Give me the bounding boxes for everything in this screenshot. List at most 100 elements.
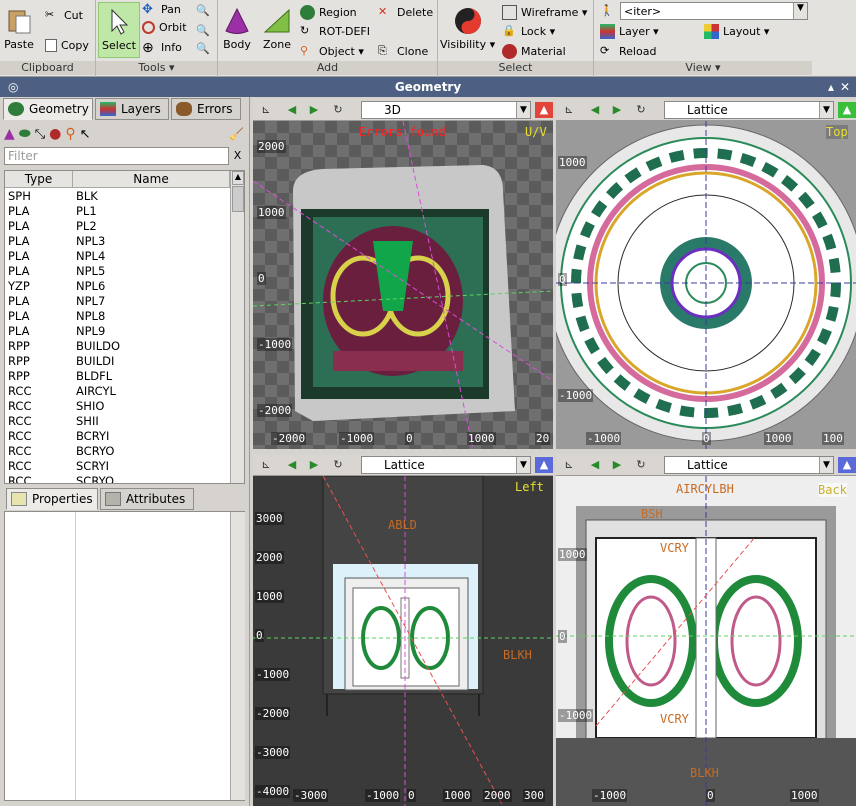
restore-icon[interactable]: ▴ [828, 77, 834, 97]
table-row[interactable]: RCC BCRYO [5, 444, 230, 459]
refresh-icon[interactable]: ↻ [632, 457, 650, 473]
table-row[interactable]: RCC SHIO [5, 399, 230, 414]
forward-arrow-icon[interactable]: ▶ [305, 457, 323, 473]
viewport-3d[interactable]: ⊾ ◀ ▶ ↻ 3D ▼ ▲ Errors found U/V 2000 1000… [253, 99, 553, 449]
table-row[interactable]: RPP BUILDI [5, 354, 230, 369]
scroll-up-icon[interactable]: ▲ [232, 171, 244, 185]
filter-input[interactable]: Filter [4, 147, 229, 165]
layer-button[interactable]: Layer ▾ [600, 22, 659, 40]
axes-icon[interactable]: ⊾ [560, 102, 578, 118]
axes-icon[interactable]: ⊾ [257, 102, 275, 118]
viewport-color-flag[interactable]: ▲ [535, 102, 553, 118]
material-filter-icon[interactable]: ● [49, 126, 61, 142]
viewport-top-canvas[interactable]: Top 1000 0 -1000 -1000 0 1000 100 [556, 121, 856, 449]
table-row[interactable]: PLA PL1 [5, 204, 230, 219]
pan-button[interactable]: ✥ Pan [142, 0, 181, 18]
zoom-in-button[interactable]: 🔍 [196, 2, 215, 20]
column-header-type[interactable]: Type [5, 171, 73, 188]
table-row[interactable]: PLA PL2 [5, 219, 230, 234]
lock-button[interactable]: 🔒 Lock ▾ [502, 22, 555, 40]
clear-filter-button[interactable]: X [230, 147, 245, 165]
viewport-color-flag[interactable]: ▲ [838, 457, 856, 473]
table-row[interactable]: PLA NPL8 [5, 309, 230, 324]
iter-combo[interactable]: <iter> ▼ [620, 2, 808, 20]
tab-errors[interactable]: Errors [171, 98, 241, 120]
broom-icon[interactable]: 🧹 [229, 127, 244, 141]
wireframe-button[interactable]: Wireframe ▾ [502, 3, 587, 21]
tab-geometry[interactable]: Geometry [3, 98, 93, 120]
tab-properties[interactable]: Properties [6, 488, 98, 510]
table-row[interactable]: PLA NPL3 [5, 234, 230, 249]
paste-button[interactable]: Paste [4, 6, 34, 51]
pointer-filter-icon[interactable]: ↖ [80, 127, 91, 142]
viewport-left-canvas[interactable]: Left ABLD BLKH 3000 2000 1000 0 -1000 -2… [253, 476, 553, 806]
region-button[interactable]: Region [300, 3, 357, 21]
viewport-mode-combo[interactable]: Lattice ▼ [664, 101, 834, 119]
back-arrow-icon[interactable]: ◀ [283, 102, 301, 118]
walker-icon-button[interactable]: 🚶 [600, 2, 619, 20]
viewport-mode-combo[interactable]: Lattice ▼ [361, 456, 531, 474]
reload-button[interactable]: ⟳ Reload [600, 42, 656, 60]
cut-button[interactable]: ✂ Cut [45, 6, 83, 24]
forward-arrow-icon[interactable]: ▶ [305, 102, 323, 118]
copy-button[interactable]: Copy [45, 36, 89, 54]
transform-filter-icon[interactable]: ⤡ [35, 127, 45, 142]
table-row[interactable]: RCC AIRCYL [5, 384, 230, 399]
tab-layers[interactable]: Layers [95, 98, 169, 120]
material-button[interactable]: Material [502, 42, 566, 60]
table-row[interactable]: PLA NPL5 [5, 264, 230, 279]
object-button[interactable]: ⚲ Object ▾ [300, 42, 364, 60]
viewport-left[interactable]: ⊾ ◀ ▶ ↻ Lattice ▼ ▲ Left ABLD BLKH 3000 2… [253, 454, 553, 806]
select-tool-button[interactable]: Select [98, 2, 140, 58]
refresh-icon[interactable]: ↻ [329, 457, 347, 473]
table-row[interactable]: PLA NPL7 [5, 294, 230, 309]
object-filter-icon[interactable]: ⚲ [65, 126, 75, 142]
table-row[interactable]: RCC SCRYO [5, 474, 230, 483]
zoom-fit-button[interactable]: 🔍 [196, 40, 215, 58]
body-filter-icon[interactable]: ▲ [4, 126, 15, 142]
table-row[interactable]: RPP BUILDO [5, 339, 230, 354]
axes-icon[interactable]: ⊾ [560, 457, 578, 473]
layout-button[interactable]: Layout ▾ [704, 22, 769, 40]
visibility-button[interactable]: Visibility ▾ [440, 6, 495, 51]
table-row[interactable]: RCC SHII [5, 414, 230, 429]
table-row[interactable]: YZP NPL6 [5, 279, 230, 294]
scroll-thumb[interactable] [232, 186, 244, 212]
properties-scrollbar[interactable] [230, 512, 245, 800]
column-header-name[interactable]: Name [73, 171, 230, 188]
viewport-back-canvas[interactable]: Back AIRCYLBH BSH VCRY VCRY BLKH 1000 0 … [556, 476, 856, 806]
axes-icon[interactable]: ⊾ [257, 457, 275, 473]
back-arrow-icon[interactable]: ◀ [283, 457, 301, 473]
zoom-out-button[interactable]: 🔍 [196, 22, 215, 40]
table-row[interactable]: RCC BCRYI [5, 429, 230, 444]
viewport-color-flag[interactable]: ▲ [838, 102, 856, 118]
table-row[interactable]: PLA NPL9 [5, 324, 230, 339]
viewport-color-flag[interactable]: ▲ [535, 457, 553, 473]
table-row[interactable]: RCC SCRYI [5, 459, 230, 474]
forward-arrow-icon[interactable]: ▶ [608, 102, 626, 118]
viewport-back[interactable]: ⊾ ◀ ▶ ↻ Lattice ▼ ▲ Back AIRCYLBH BSH VCR… [556, 454, 856, 806]
refresh-icon[interactable]: ↻ [329, 102, 347, 118]
viewport-3d-canvas[interactable]: Errors found U/V 2000 1000 0 -1000 -2000… [253, 121, 553, 449]
table-row[interactable]: PLA NPL4 [5, 249, 230, 264]
viewport-mode-combo[interactable]: 3D ▼ [361, 101, 531, 119]
back-arrow-icon[interactable]: ◀ [586, 457, 604, 473]
close-icon[interactable]: ✕ [840, 77, 850, 97]
rot-defi-button[interactable]: ↻ ROT-DEFI [300, 22, 370, 40]
properties-panel[interactable] [4, 511, 245, 801]
viewport-top[interactable]: ⊾ ◀ ▶ ↻ Lattice ▼ ▲ Top 1000 0 -1000 -100… [556, 99, 856, 449]
window-menu-icon[interactable]: ◎ [8, 77, 18, 97]
view-group-label[interactable]: View ▾ [594, 61, 812, 75]
clone-button[interactable]: ⎘ Clone [378, 42, 428, 60]
back-arrow-icon[interactable]: ◀ [586, 102, 604, 118]
orbit-button[interactable]: Orbit [142, 18, 187, 36]
tab-attributes[interactable]: Attributes [100, 488, 194, 510]
zone-button[interactable]: Zone [262, 6, 292, 51]
table-row[interactable]: RPP BLDFL [5, 369, 230, 384]
forward-arrow-icon[interactable]: ▶ [608, 457, 626, 473]
info-button[interactable]: ⊕ Info [142, 38, 182, 56]
refresh-icon[interactable]: ↻ [632, 102, 650, 118]
list-scrollbar[interactable]: ▲ [230, 171, 244, 483]
delete-button[interactable]: ✕ Delete [378, 3, 433, 21]
region-filter-icon[interactable]: ⬬ [19, 126, 31, 142]
